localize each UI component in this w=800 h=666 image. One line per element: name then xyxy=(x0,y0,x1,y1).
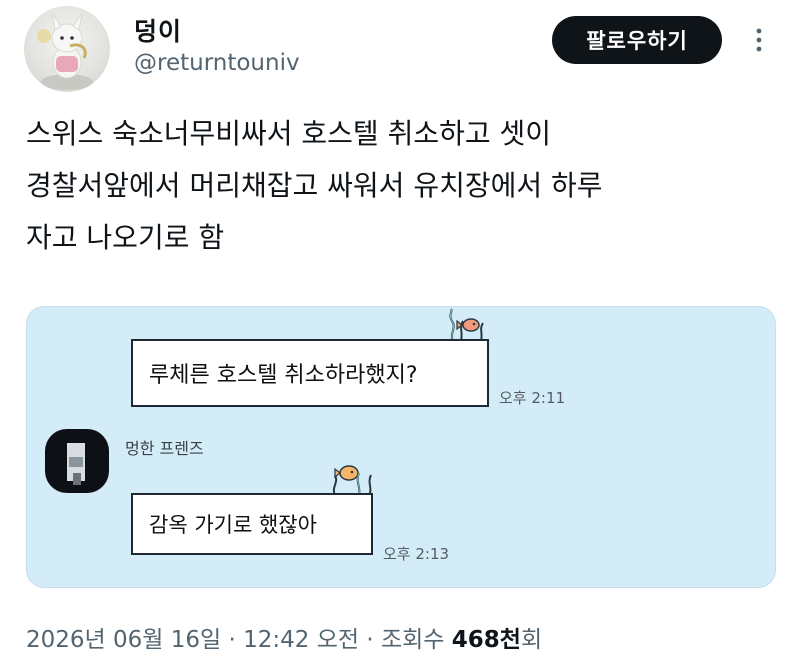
tweet-line: 스위스 숙소너무비싸서 호스텔 취소하고 셋이 xyxy=(26,117,552,150)
fish-sticker-icon xyxy=(332,465,372,495)
chat-message-time: 오후 2:11 xyxy=(499,389,566,407)
tweet-image-chat-screenshot[interactable]: 루체른 호스텔 취소하라했지? 오후 2:11 멍한 프렌즈 감옥 가기로 했잖… xyxy=(26,306,776,588)
tweet-text: 스위스 숙소너무비싸서 호스텔 취소하고 셋이 경찰서앞에서 머리채잡고 싸워서… xyxy=(26,108,786,264)
tweet-line: 경찰서앞에서 머리채잡고 싸워서 유치장에서 하루 xyxy=(26,169,603,202)
author-handle[interactable]: @returntouniv xyxy=(134,50,300,76)
views-suffix: 회 xyxy=(520,627,543,653)
chat-message-time: 오후 2:13 xyxy=(383,545,450,563)
seaweed-sticker-icon xyxy=(449,308,484,341)
tweet-time[interactable]: 12:42 오전 xyxy=(243,627,359,653)
views-count[interactable]: 468천 xyxy=(452,627,521,653)
chat-message-bubble: 루체른 호스텔 취소하라했지? xyxy=(131,339,489,407)
tweet-line: 자고 나오기로 함 xyxy=(26,221,225,254)
tweet-meta: 2026년 06월 16일 · 12:42 오전 · 조회수 468천회 xyxy=(26,620,542,654)
follow-button[interactable]: 팔로우하기 xyxy=(552,16,722,64)
friend-name: 멍한 프렌즈 xyxy=(125,439,204,458)
tweet-date[interactable]: 2026년 06월 16일 xyxy=(26,627,221,653)
chat-message-bubble: 감옥 가기로 했잖아 xyxy=(131,493,373,555)
meta-separator: · xyxy=(221,627,244,653)
meta-separator: · xyxy=(359,627,381,653)
more-vertical-icon[interactable] xyxy=(748,26,770,54)
figurine-image xyxy=(37,13,93,90)
author-avatar[interactable] xyxy=(24,6,110,92)
views-label: 조회수 xyxy=(380,627,452,653)
author-display-name[interactable]: 덩이 xyxy=(134,12,182,48)
friend-avatar-blurred xyxy=(45,429,109,493)
